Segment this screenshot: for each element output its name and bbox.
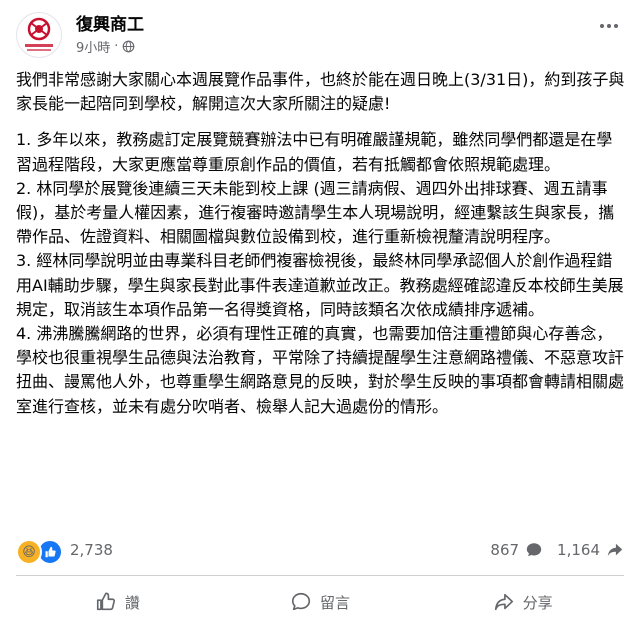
thumbs-up-icon — [96, 592, 115, 611]
post-meta: 9小時 · — [76, 37, 135, 56]
comment-button-label: 留言 — [320, 593, 351, 612]
like-button-label: 讚 — [124, 593, 140, 612]
facebook-post: 復興商工 9小時 · 我們非常感謝大家關心本週展覽作品事件，也終於能在週日晚上(… — [0, 0, 640, 626]
share-button-label: 分享 — [522, 593, 553, 612]
reaction-count[interactable]: 2,738 — [70, 541, 113, 559]
engagement-stats: 867 1,164 — [490, 541, 624, 559]
page-name[interactable]: 復興商工 — [76, 10, 144, 35]
comment-count[interactable]: 867 — [490, 541, 519, 559]
globe-icon — [123, 40, 135, 53]
post-body: 我們非常感謝大家關心本週展覽作品事件，也終於能在週日晚上(3/31日)，約到孩子… — [16, 68, 628, 419]
comment-count-icon — [526, 543, 542, 557]
reaction-bar: 😆 2,738 867 1,164 — [16, 538, 624, 565]
post-point: 1. 多年以來，教務處訂定展覽競賽辦法中已有明確嚴謹規範，雖然同學們都還是在學習… — [16, 130, 613, 174]
share-count-icon — [607, 543, 623, 557]
share-button[interactable]: 分享 — [421, 580, 624, 624]
more-options-icon[interactable] — [594, 16, 624, 36]
post-point: 2. 林同學於展覽後連續三天未能到校上課 (週三請病假、週四外出排球賽、週五請事… — [16, 178, 615, 247]
post-point: 3. 經林同學說明並由專業科目老師們複審檢視後，最終林同學承認個人於創作過程錯用… — [16, 251, 624, 319]
comment-button[interactable]: 留言 — [219, 580, 422, 624]
comment-icon — [291, 592, 311, 611]
dot-separator: · — [114, 39, 119, 54]
post-actions: 讚 留言 分享 — [16, 580, 624, 624]
like-button[interactable]: 讚 — [16, 580, 219, 624]
page-avatar[interactable] — [16, 12, 62, 58]
share-arrow-icon — [494, 593, 513, 611]
school-logo-icon — [25, 17, 53, 51]
share-count[interactable]: 1,164 — [557, 541, 600, 559]
post-header: 復興商工 9小時 · — [16, 10, 624, 60]
haha-reaction-icon: 😆 — [16, 539, 42, 565]
actions-divider — [16, 575, 624, 576]
post-timestamp[interactable]: 9小時 — [76, 37, 110, 56]
post-intro: 我們非常感謝大家關心本週展覽作品事件，也終於能在週日晚上(3/31日)，約到孩子… — [16, 70, 625, 114]
reaction-icons[interactable]: 😆 — [16, 539, 63, 565]
post-point: 4. 沸沸騰騰網路的世界，必須有理性正確的真實，也需要加倍注重禮節與心存善念，學… — [16, 324, 625, 416]
